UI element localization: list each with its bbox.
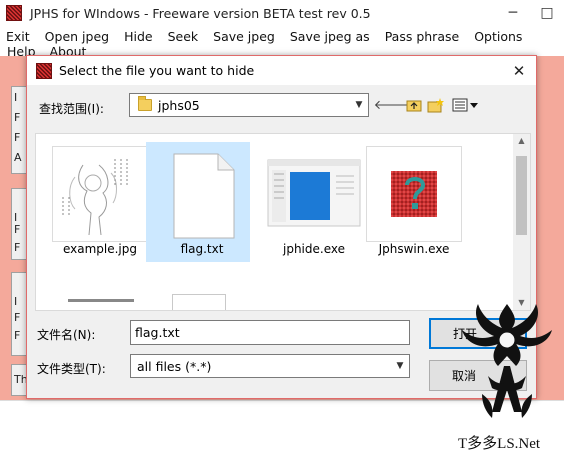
file-name-input[interactable] [130, 320, 410, 345]
scroll-up-icon[interactable]: ▲ [513, 134, 530, 148]
app-icon [6, 5, 22, 21]
look-in-combo[interactable]: jphs05 ▼ [129, 93, 369, 117]
main-window-title: JPHS for WIndows - Freeware version BETA… [30, 5, 371, 21]
menu-hide[interactable]: Hide [118, 29, 159, 44]
file-name-label: Jphswin.exe [378, 242, 450, 256]
main-menubar: Exit Open jpeg Hide Seek Save jpeg Save … [0, 26, 564, 46]
app-icon [36, 62, 52, 79]
file-item-jphswin-exe[interactable]: Jphswin.exe [358, 142, 462, 262]
watermark-logo: T多多LS.Net [452, 294, 562, 454]
panel-glyph: F [14, 131, 21, 144]
panel-glyph: I [14, 295, 18, 308]
file-type-select[interactable]: all files (*.*) ▼ [130, 354, 410, 378]
partial-item-thumbnail [68, 299, 134, 302]
panel-glyph: F [14, 223, 21, 236]
watermark-text: T多多LS.Net [458, 436, 541, 452]
dialog-titlebar: Select the file you want to hide ✕ [27, 56, 536, 85]
minimize-icon[interactable]: ─ [496, 0, 530, 26]
file-item-example-jpg[interactable]: example.jpg [44, 142, 148, 262]
app-window-icon [266, 146, 362, 242]
menu-pass-phrase[interactable]: Pass phrase [379, 29, 466, 44]
menu-save-jpeg[interactable]: Save jpeg [207, 29, 281, 44]
file-item-flag-txt[interactable]: flag.txt [146, 142, 250, 262]
panel-glyph: F [14, 241, 21, 254]
dialog-title: Select the file you want to hide [59, 63, 255, 78]
panel-glyph: I [14, 91, 18, 104]
menu-open-jpeg[interactable]: Open jpeg [39, 29, 115, 44]
info-panel-3: I F F [11, 272, 27, 356]
image-thumbnail [52, 146, 148, 242]
look-in-label: 查找范围(I): [39, 102, 104, 116]
close-icon[interactable]: ✕ [508, 60, 530, 82]
chevron-down-icon[interactable]: ▼ [351, 95, 367, 115]
panel-glyph: F [14, 329, 21, 342]
file-name-label: 文件名(N): [37, 328, 96, 342]
file-type-value: all files (*.*) [137, 359, 212, 374]
file-type-label: 文件类型(T): [37, 362, 106, 376]
chevron-down-icon[interactable]: ▼ [392, 356, 408, 376]
info-panel-2: I F F [11, 188, 27, 260]
panel-glyph: F [14, 111, 21, 124]
file-list-view[interactable]: example.jpg flag.txt jphide.exe Jphswin.… [35, 133, 531, 311]
panel-glyph: A [14, 151, 22, 164]
menu-seek[interactable]: Seek [162, 29, 205, 44]
menu-exit[interactable]: Exit [0, 29, 36, 44]
file-item-jphide-exe[interactable]: jphide.exe [258, 142, 362, 262]
file-name-label: example.jpg [62, 242, 138, 256]
folder-icon [138, 96, 152, 111]
new-folder-icon[interactable] [427, 96, 445, 114]
up-folder-icon[interactable] [405, 96, 423, 114]
partial-document-icon [172, 294, 226, 310]
file-name-label: jphide.exe [283, 242, 345, 256]
info-panel-1: I F F A [11, 86, 27, 174]
look-in-value: jphs05 [158, 97, 200, 113]
view-menu-icon[interactable] [452, 96, 480, 114]
text-document-icon [154, 146, 250, 242]
main-titlebar: JPHS for WIndows - Freeware version BETA… [0, 0, 564, 26]
panel-glyph: F [14, 311, 21, 324]
menu-options[interactable]: Options [468, 29, 528, 44]
file-name-label: flag.txt [180, 242, 224, 256]
vertical-scrollbar[interactable]: ▲ ▼ [513, 134, 530, 310]
back-arrow-icon[interactable]: 🡐 [374, 96, 409, 114]
question-mark-icon [366, 146, 462, 242]
scrollbar-thumb[interactable] [516, 156, 527, 235]
menu-save-jpeg-as[interactable]: Save jpeg as [284, 29, 376, 44]
restore-icon[interactable]: □ [530, 0, 564, 26]
